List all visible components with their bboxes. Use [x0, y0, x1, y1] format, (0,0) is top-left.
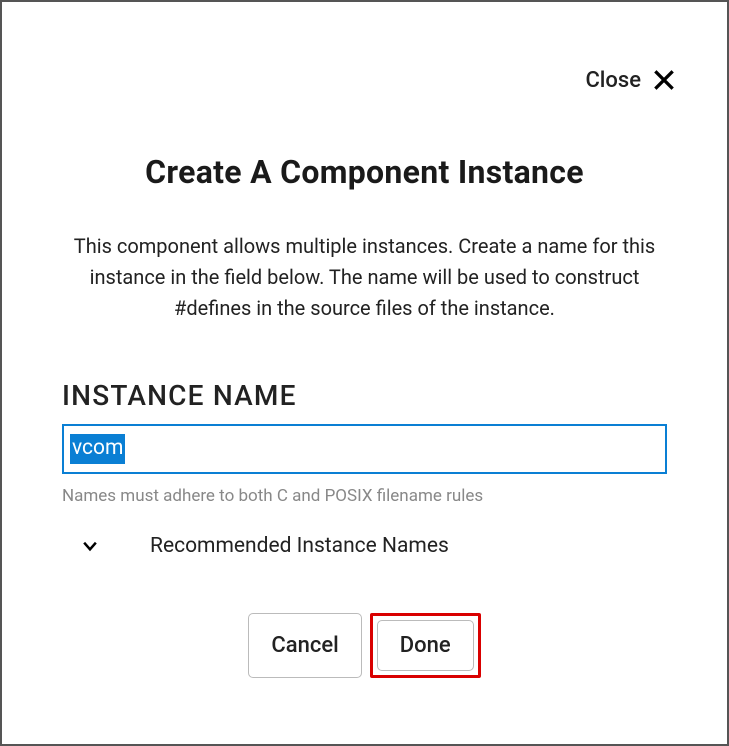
dialog-description: This component allows multiple instances… — [62, 231, 667, 324]
done-button-highlight: Done — [370, 613, 481, 678]
chevron-down-icon — [80, 536, 100, 556]
recommended-names-label: Recommended Instance Names — [150, 534, 449, 558]
dialog-buttons: Cancel Done — [62, 613, 667, 678]
recommended-names-expander[interactable]: Recommended Instance Names — [62, 534, 667, 558]
instance-name-label: INSTANCE NAME — [62, 379, 667, 412]
cancel-button[interactable]: Cancel — [248, 613, 361, 678]
close-label: Close — [585, 68, 641, 93]
close-button[interactable]: Close — [62, 67, 677, 93]
dialog-title: Create A Component Instance — [62, 153, 667, 191]
instance-name-value: vcom — [70, 434, 125, 463]
close-icon — [651, 67, 677, 93]
instance-name-hint: Names must adhere to both C and POSIX fi… — [62, 486, 667, 506]
instance-name-input-wrapper[interactable]: vcom — [62, 424, 667, 474]
instance-name-input[interactable] — [125, 433, 659, 465]
done-button[interactable]: Done — [377, 620, 474, 671]
